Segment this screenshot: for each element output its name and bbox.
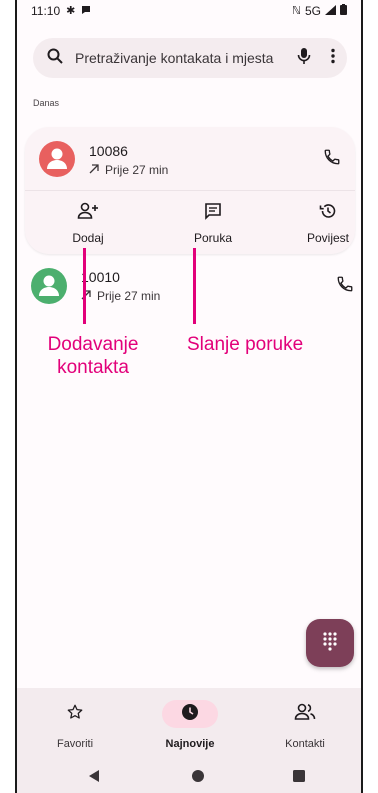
history-icon	[319, 202, 337, 225]
call-card-expanded[interactable]: 10086 Prije 27 min Dodaj Poruka Povijest	[25, 127, 355, 254]
annotation-line-send-message	[193, 248, 196, 324]
microphone-icon[interactable]	[297, 47, 311, 70]
call-meta: Prije 27 min	[81, 289, 160, 303]
annotation-line-add-contact	[83, 248, 86, 324]
search-icon	[47, 48, 63, 69]
chat-bubble-icon	[81, 5, 91, 18]
message-icon	[204, 202, 222, 225]
nav-contacts-icon-container	[277, 700, 333, 728]
add-person-icon	[77, 202, 99, 225]
nav-favorites[interactable]: Favoriti	[25, 700, 125, 750]
message-label: Poruka	[193, 231, 233, 245]
call-time: Prije 27 min	[105, 163, 169, 177]
dialpad-button[interactable]	[306, 619, 354, 667]
recents-square-icon[interactable]	[292, 769, 306, 783]
call-button[interactable]	[331, 272, 359, 300]
nav-contacts[interactable]: Kontakti	[255, 700, 355, 750]
network-type: 5G	[304, 4, 321, 18]
annotation-add-contact-line2: kontakta	[57, 357, 129, 378]
history-label: Povijest	[306, 231, 350, 245]
more-options-icon[interactable]	[331, 48, 335, 69]
dialpad-icon	[322, 631, 338, 656]
nav-recents[interactable]: Najnovije	[140, 700, 240, 750]
nfc-icon: ℕ	[292, 4, 301, 17]
history-action[interactable]: Povijest	[283, 202, 361, 245]
call-time: Prije 27 min	[97, 289, 161, 303]
status-time: 11:10	[31, 4, 61, 18]
back-icon[interactable]	[87, 769, 101, 783]
nav-contacts-label: Kontakti	[285, 738, 325, 750]
section-label-today: Danas	[33, 98, 60, 108]
clock-icon	[181, 703, 199, 726]
search-bar[interactable]: Pretraživanje kontakata i mjesta	[33, 38, 347, 78]
avatar	[31, 268, 67, 304]
system-navigation-bar	[17, 758, 361, 793]
nav-favorites-icon-container	[47, 700, 103, 728]
people-icon	[294, 703, 316, 726]
call-meta: Prije 27 min	[89, 163, 168, 177]
phone-icon	[323, 148, 341, 171]
caller-number: 10010	[81, 269, 120, 285]
avatar	[39, 141, 75, 177]
message-action[interactable]: Poruka	[168, 202, 258, 245]
outgoing-arrow-icon	[89, 163, 99, 177]
nav-recents-label: Najnovije	[165, 738, 215, 750]
signal-icon	[325, 4, 336, 18]
star-icon	[66, 703, 84, 726]
nav-favorites-label: Favoriti	[56, 738, 94, 750]
add-contact-action[interactable]: Dodaj	[43, 202, 133, 245]
battery-icon	[340, 4, 347, 18]
annotation-add-contact-line1: Dodavanje	[47, 334, 139, 355]
home-icon[interactable]	[191, 769, 205, 783]
settings-gear-icon: ✱	[66, 4, 76, 17]
card-divider	[25, 190, 355, 191]
status-bar: 11:10 ✱ ℕ 5G	[17, 0, 361, 22]
phone-icon	[336, 275, 354, 298]
caller-number: 10086	[89, 143, 128, 159]
call-row[interactable]: 10010 Prije 27 min	[17, 260, 361, 316]
bottom-navigation: Favoriti Najnovije Kontakti	[17, 688, 361, 758]
annotation-send-message: Slanje poruke	[187, 334, 304, 355]
phone-screen: 11:10 ✱ ℕ 5G Pretraživanje kontakata i m…	[15, 0, 363, 793]
search-input[interactable]: Pretraživanje kontakata i mjesta	[75, 50, 297, 66]
nav-recents-active-pill	[162, 700, 218, 728]
add-contact-label: Dodaj	[72, 231, 104, 245]
annotation-add-contact: Dodavanje kontakta	[45, 333, 141, 379]
call-button[interactable]	[318, 145, 346, 173]
